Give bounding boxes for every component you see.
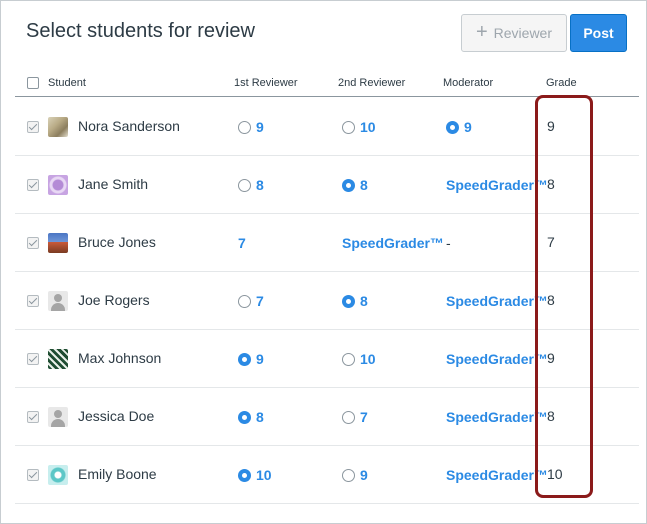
grade-link[interactable]: 9	[256, 119, 264, 135]
speedgrader-link[interactable]: SpeedGrader™	[446, 177, 548, 193]
empty-value: -	[446, 235, 451, 251]
plus-icon: +	[475, 21, 488, 43]
first-reviewer-cell: 10	[238, 465, 272, 485]
row-select-checkbox[interactable]	[27, 179, 39, 191]
student-name: Bruce Jones	[78, 234, 156, 250]
speedgrader-link[interactable]: SpeedGrader™	[446, 293, 548, 309]
radio-selected[interactable]	[446, 120, 459, 134]
radio-selected[interactable]	[342, 294, 355, 308]
person-icon	[48, 407, 68, 427]
speedgrader-link[interactable]: SpeedGrader™	[446, 467, 548, 483]
second-reviewer-cell: 8	[342, 291, 368, 311]
header-moderator: Moderator	[443, 77, 494, 89]
second-reviewer-cell: 10	[342, 349, 376, 369]
radio-selected[interactable]	[238, 410, 251, 424]
post-button[interactable]: Post	[570, 14, 627, 52]
student-name: Emily Boone	[78, 466, 157, 482]
moderator-cell: -	[446, 233, 451, 253]
grade-link[interactable]: 8	[360, 177, 368, 193]
select-all-checkbox[interactable]	[27, 77, 39, 89]
page-title: Select students for review	[26, 20, 255, 42]
speedgrader-link[interactable]: SpeedGrader™	[446, 409, 548, 425]
first-reviewer-cell: 9	[238, 349, 264, 369]
moderator-cell: SpeedGrader™	[446, 465, 548, 485]
second-reviewer-cell: 9	[342, 465, 368, 485]
avatar	[48, 175, 68, 195]
grade-link[interactable]: 8	[256, 177, 264, 193]
radio-selected[interactable]	[342, 178, 355, 192]
grade-link[interactable]: 7	[238, 235, 246, 251]
second-reviewer-cell: 7	[342, 407, 368, 427]
avatar	[48, 349, 68, 369]
moderator-cell: SpeedGrader™	[446, 175, 548, 195]
moderator-cell: SpeedGrader™	[446, 291, 548, 311]
radio-unselected[interactable]	[342, 120, 355, 134]
grade-link[interactable]: 7	[256, 293, 264, 309]
grade-link[interactable]: 7	[360, 409, 368, 425]
second-reviewer-cell: 10	[342, 117, 376, 137]
header-first-reviewer: 1st Reviewer	[234, 77, 298, 89]
header-second-reviewer: 2nd Reviewer	[338, 77, 406, 89]
dialog-frame: Select students for review + Reviewer Po…	[0, 0, 647, 524]
speedgrader-link[interactable]: SpeedGrader™	[446, 351, 548, 367]
radio-unselected[interactable]	[342, 410, 355, 424]
table-header: Student 1st Reviewer 2nd Reviewer Modera…	[15, 71, 639, 97]
radio-unselected[interactable]	[342, 352, 355, 366]
row-select-checkbox[interactable]	[27, 353, 39, 365]
avatar	[48, 233, 68, 253]
avatar	[48, 465, 68, 485]
radio-unselected[interactable]	[238, 294, 251, 308]
grade-link[interactable]: 10	[360, 351, 376, 367]
first-reviewer-cell: 9	[238, 117, 264, 137]
grade-link[interactable]: 9	[464, 119, 472, 135]
add-reviewer-label: Reviewer	[493, 25, 553, 41]
first-reviewer-cell: 8	[238, 407, 264, 427]
header-student: Student	[48, 77, 86, 89]
avatar	[48, 407, 68, 427]
row-select-checkbox[interactable]	[27, 469, 39, 481]
radio-unselected[interactable]	[342, 468, 355, 482]
moderator-cell: SpeedGrader™	[446, 349, 548, 369]
radio-selected[interactable]	[238, 352, 251, 366]
student-name: Joe Rogers	[78, 292, 150, 308]
first-reviewer-cell: 7	[238, 291, 264, 311]
first-reviewer-cell: 7	[238, 233, 246, 253]
row-select-checkbox[interactable]	[27, 411, 39, 423]
avatar	[48, 291, 68, 311]
student-name: Jane Smith	[78, 176, 149, 192]
grade-column-highlight	[535, 95, 593, 498]
add-reviewer-button[interactable]: + Reviewer	[461, 14, 567, 52]
student-name: Jessica Doe	[78, 408, 155, 424]
grade-link[interactable]: 9	[256, 351, 264, 367]
grade-link[interactable]: 8	[360, 293, 368, 309]
student-name: Nora Sanderson	[78, 118, 180, 134]
row-select-checkbox[interactable]	[27, 121, 39, 133]
header-grade: Grade	[546, 77, 577, 89]
first-reviewer-cell: 8	[238, 175, 264, 195]
radio-unselected[interactable]	[238, 178, 251, 192]
grade-link[interactable]: 9	[360, 467, 368, 483]
radio-unselected[interactable]	[238, 120, 251, 134]
grade-link[interactable]: 8	[256, 409, 264, 425]
moderator-cell: SpeedGrader™	[446, 407, 548, 427]
moderator-cell: 9	[446, 117, 472, 137]
second-reviewer-cell: SpeedGrader™	[342, 233, 444, 253]
student-name: Max Johnson	[78, 350, 162, 366]
person-icon	[48, 291, 68, 311]
row-select-checkbox[interactable]	[27, 295, 39, 307]
avatar	[48, 117, 68, 137]
speedgrader-link[interactable]: SpeedGrader™	[342, 235, 444, 251]
row-select-checkbox[interactable]	[27, 237, 39, 249]
second-reviewer-cell: 8	[342, 175, 368, 195]
radio-selected[interactable]	[238, 468, 251, 482]
grade-link[interactable]: 10	[256, 467, 272, 483]
grade-link[interactable]: 10	[360, 119, 376, 135]
